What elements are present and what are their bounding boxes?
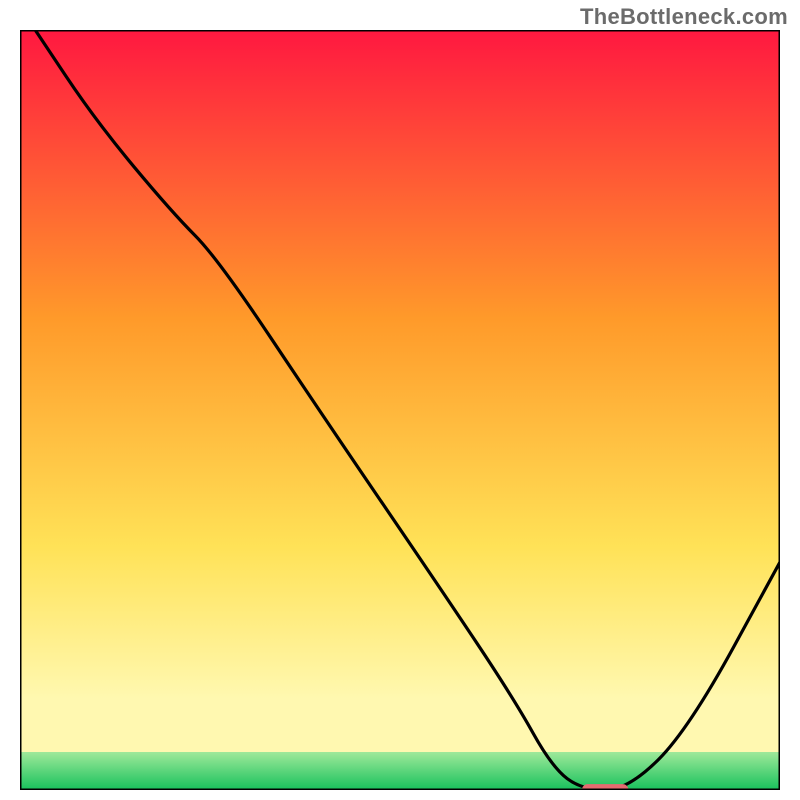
plot-area (20, 30, 780, 790)
chart-stage: TheBottleneck.com (0, 0, 800, 800)
optimum-band (20, 752, 780, 790)
gradient-background (20, 30, 780, 790)
chart-svg (20, 30, 780, 790)
watermark-text: TheBottleneck.com (580, 4, 788, 30)
